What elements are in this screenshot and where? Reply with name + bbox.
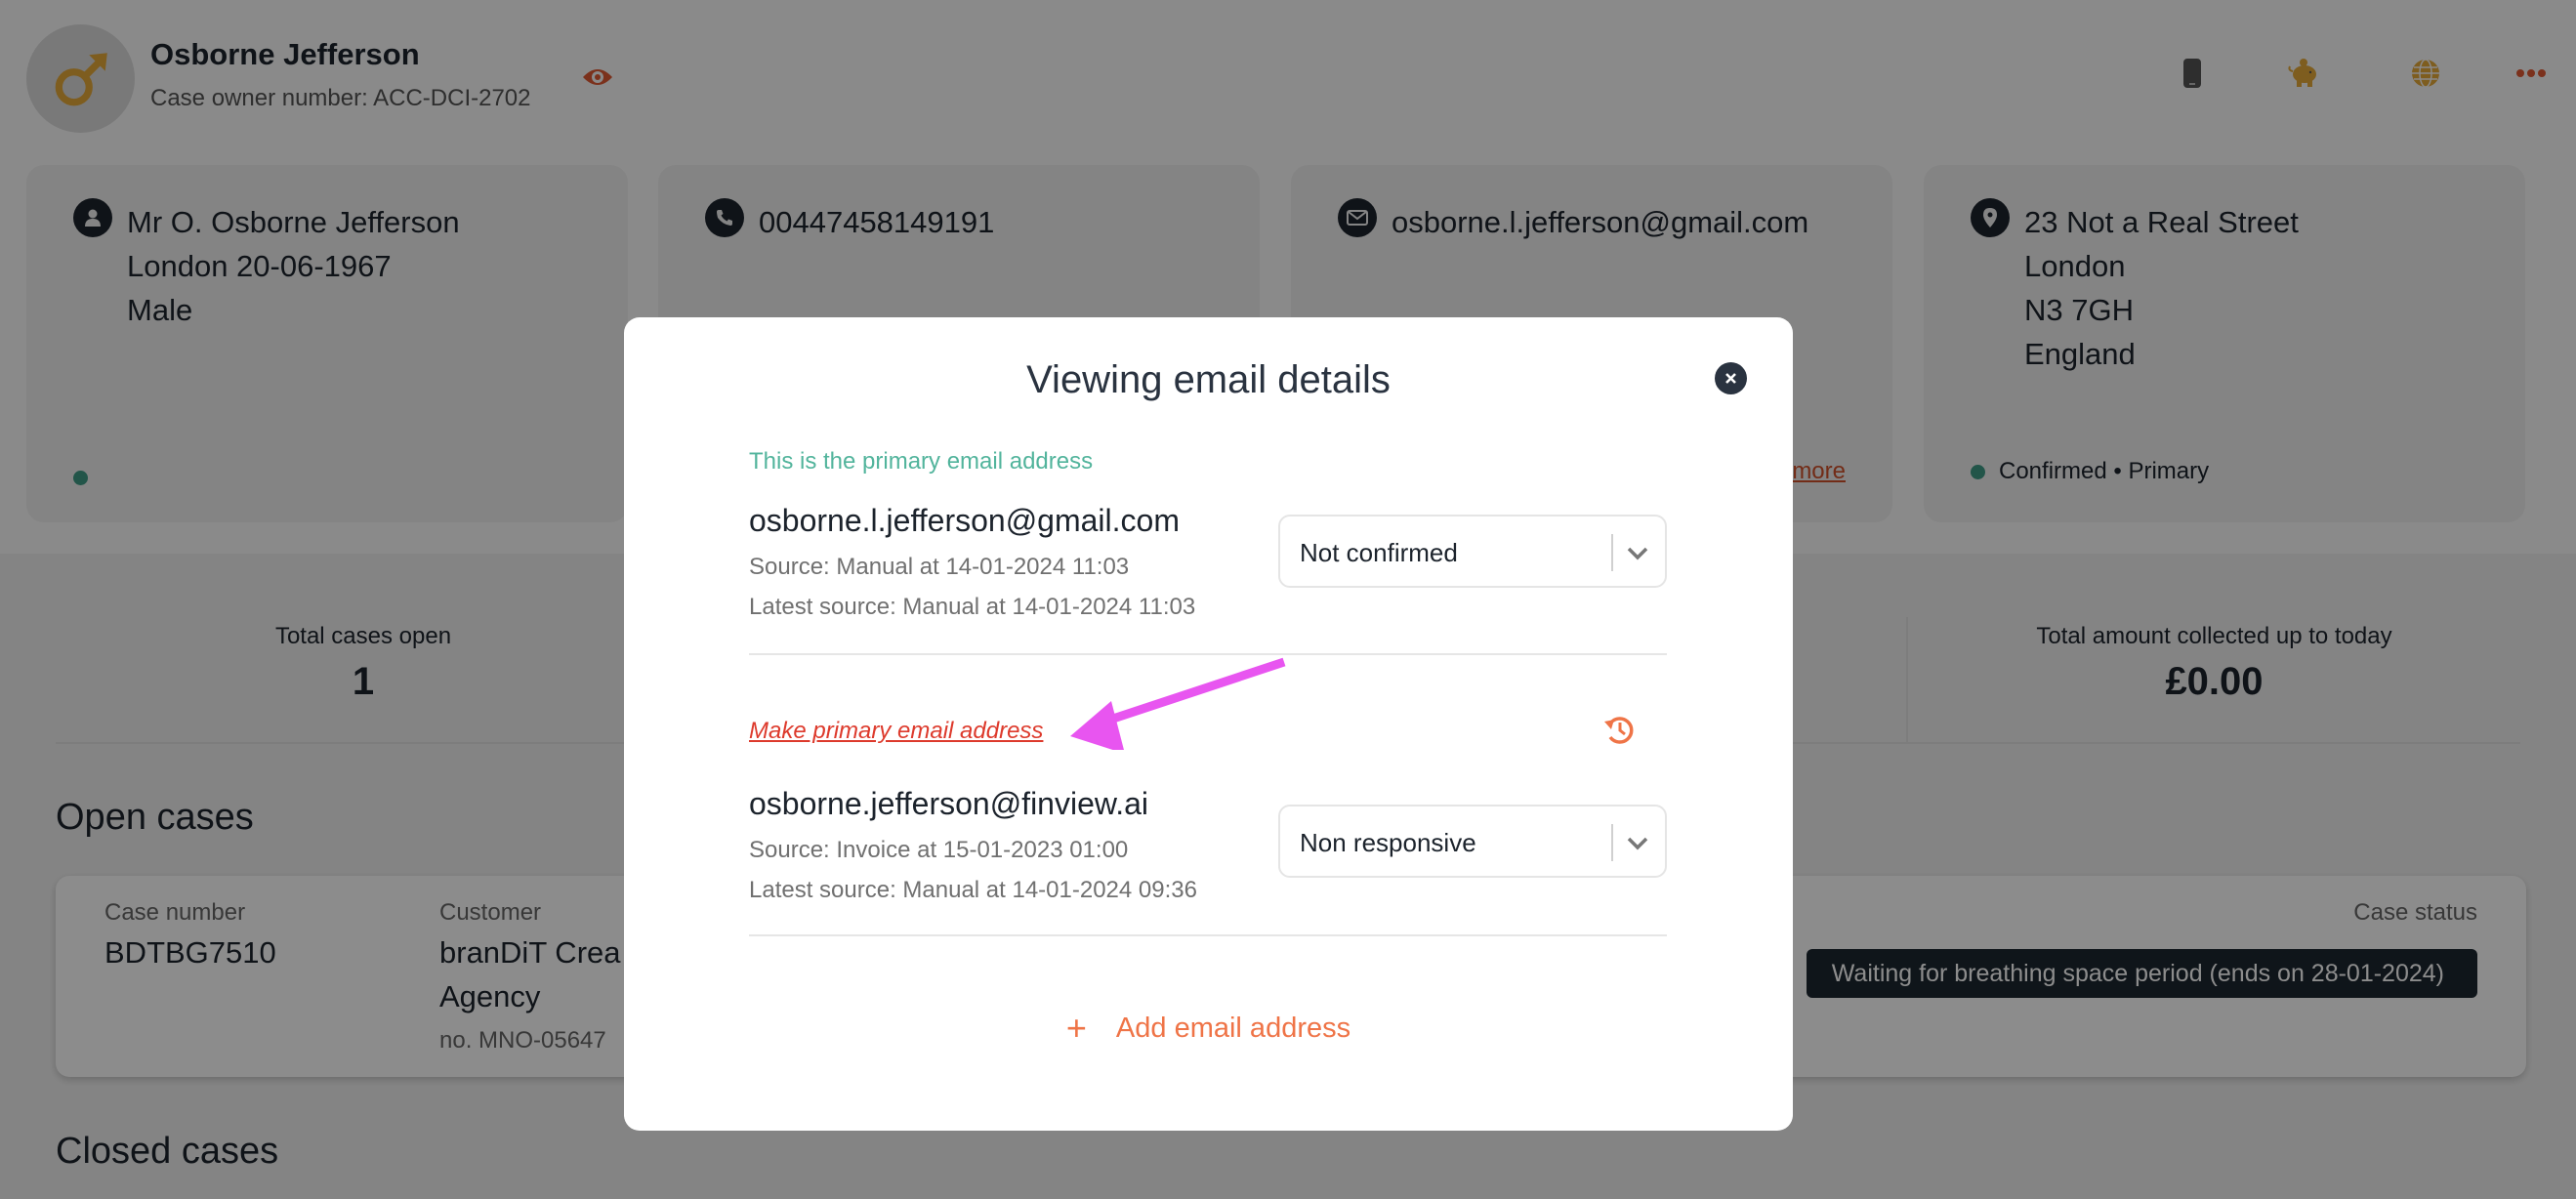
email-source: Source: Manual at 14-01-2024 11:03 bbox=[749, 554, 1130, 580]
add-email-button[interactable]: + Add email address bbox=[624, 1008, 1793, 1049]
email-status-select[interactable]: Non responsive bbox=[1278, 805, 1667, 878]
divider bbox=[749, 653, 1667, 655]
divider bbox=[749, 934, 1667, 936]
history-icon[interactable] bbox=[1602, 712, 1638, 747]
chevron-down-icon bbox=[1627, 547, 1648, 560]
chevron-down-icon bbox=[1627, 837, 1648, 850]
select-separator bbox=[1611, 824, 1613, 861]
email-status-select[interactable]: Not confirmed bbox=[1278, 515, 1667, 588]
primary-email-note: This is the primary email address bbox=[749, 448, 1094, 475]
email-entry-secondary: osborne.jefferson@finview.ai Source: Inv… bbox=[749, 786, 1197, 904]
email-source: Source: Invoice at 15-01-2023 01:00 bbox=[749, 837, 1129, 863]
email-entry-primary: osborne.l.jefferson@gmail.com Source: Ma… bbox=[749, 503, 1195, 621]
select-value: Non responsive bbox=[1300, 828, 1476, 857]
email-latest-source: Latest source: Manual at 14-01-2024 11:0… bbox=[749, 594, 1196, 620]
email-latest-source: Latest source: Manual at 14-01-2024 09:3… bbox=[749, 877, 1197, 903]
modal-title: Viewing email details bbox=[1026, 358, 1391, 401]
select-value: Not confirmed bbox=[1300, 538, 1458, 567]
plus-icon: + bbox=[1065, 1008, 1087, 1048]
add-email-label: Add email address bbox=[1115, 1013, 1351, 1044]
select-separator bbox=[1611, 534, 1613, 571]
email-address: osborne.l.jefferson@gmail.com bbox=[749, 503, 1180, 538]
email-address: osborne.jefferson@finview.ai bbox=[749, 786, 1149, 821]
make-primary-link[interactable]: Make primary email address bbox=[749, 718, 1043, 745]
email-details-modal: Viewing email details This is the primar… bbox=[624, 317, 1793, 1131]
close-button[interactable] bbox=[1715, 362, 1747, 394]
close-icon bbox=[1725, 373, 1736, 384]
